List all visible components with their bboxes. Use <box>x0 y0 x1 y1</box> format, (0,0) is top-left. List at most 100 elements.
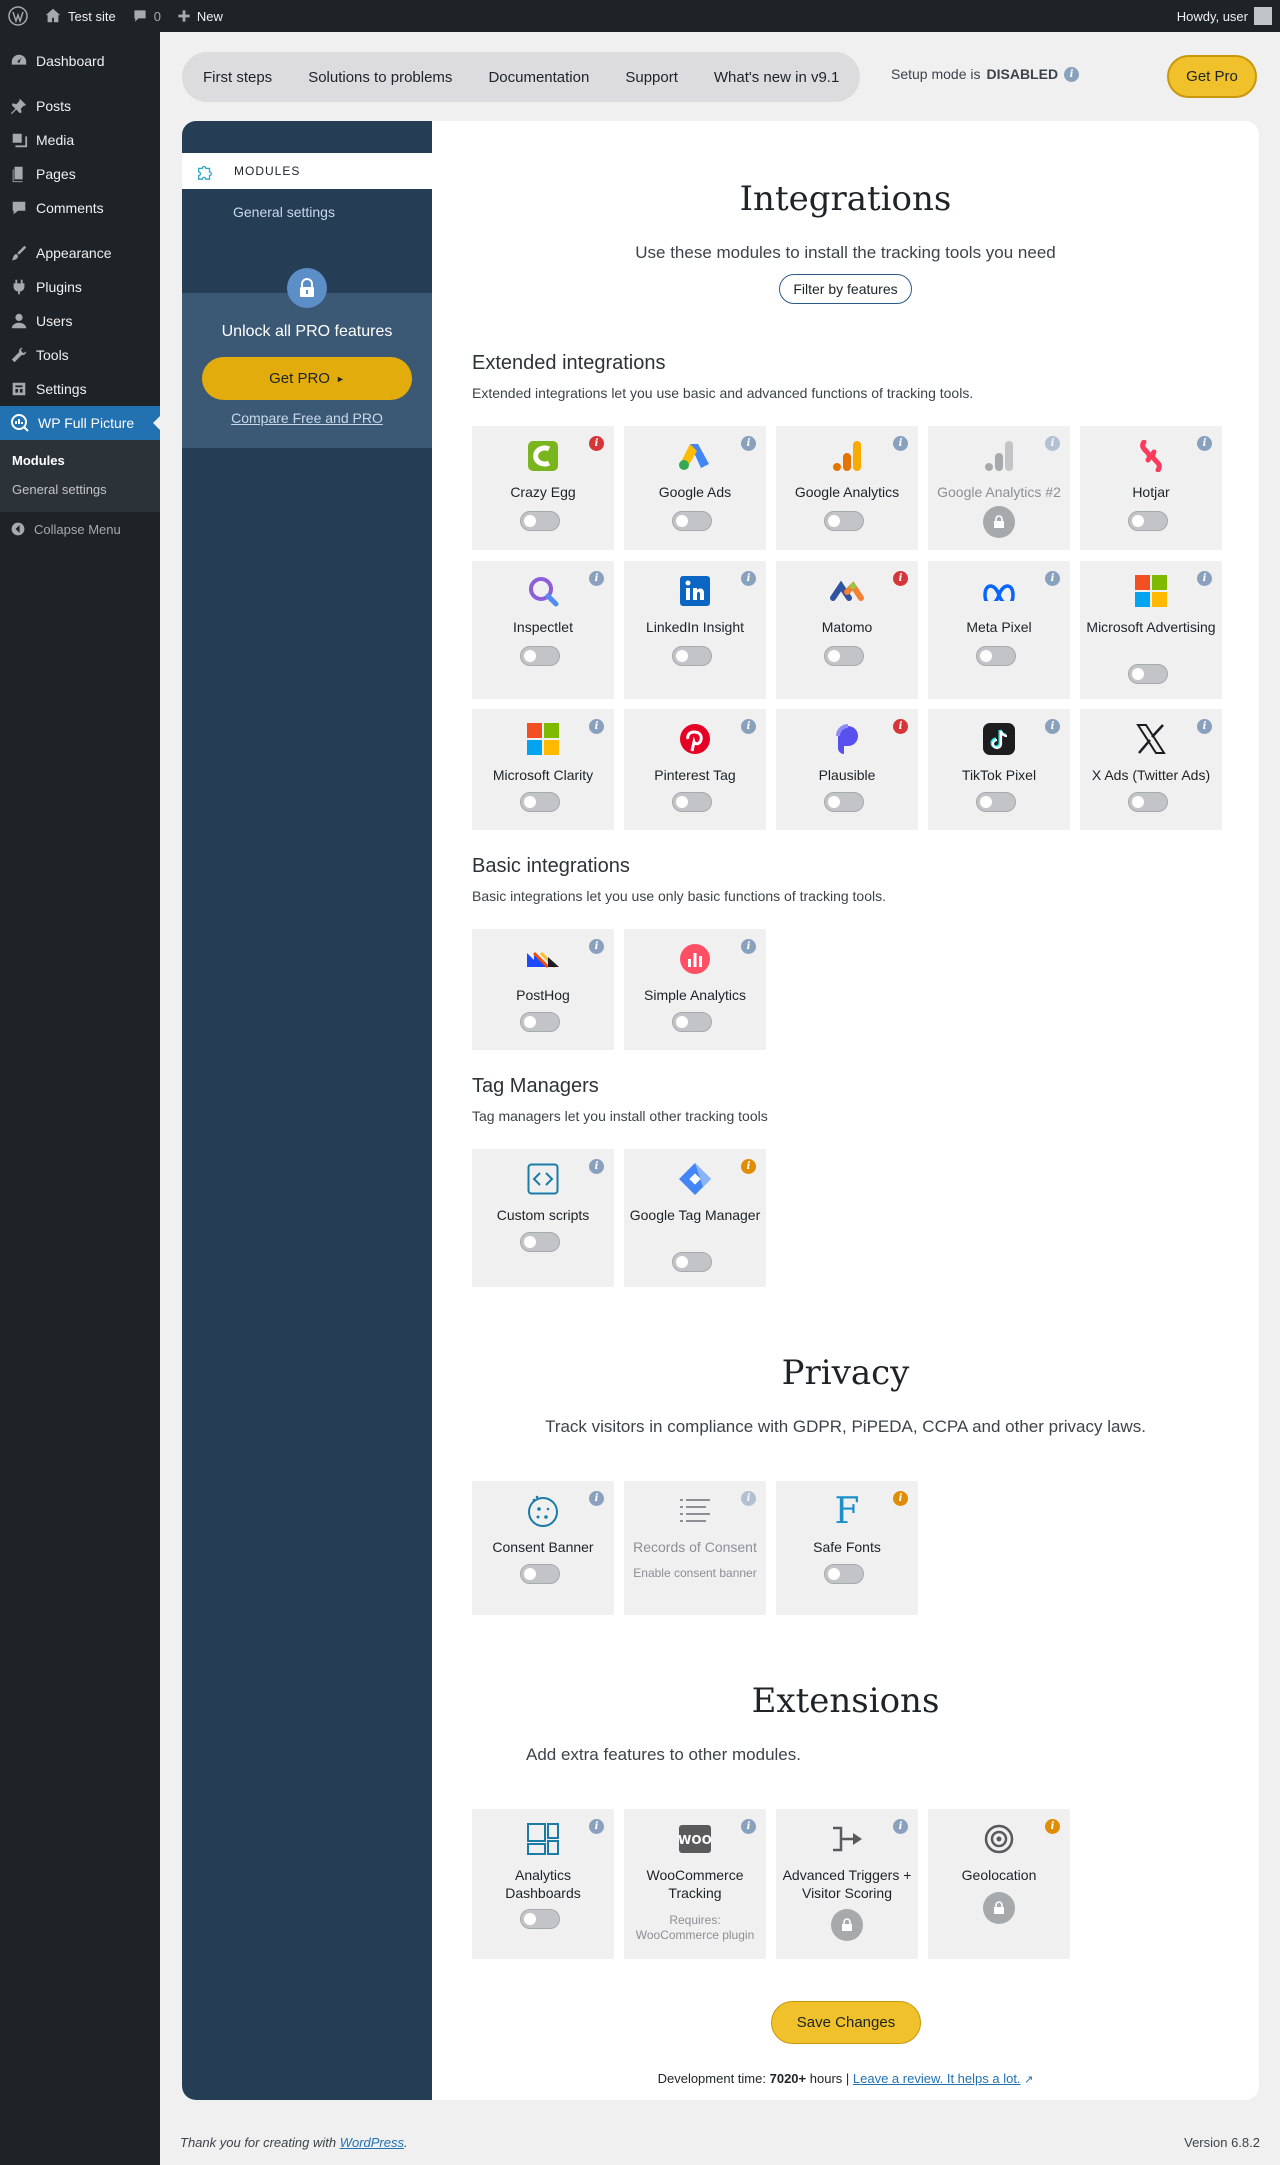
menu-comments[interactable]: Comments <box>0 191 160 225</box>
my-account-link[interactable]: Howdy, user <box>1169 0 1280 32</box>
module-name: Simple Analytics <box>644 987 746 1003</box>
tab-modules[interactable]: MODULES <box>182 153 432 189</box>
info-icon[interactable]: i <box>589 1819 604 1834</box>
menu-users[interactable]: Users <box>0 304 160 338</box>
comments-link[interactable]: 0 <box>124 0 169 32</box>
menu-label: Settings <box>36 381 87 397</box>
x-icon <box>1134 722 1168 756</box>
module-toggle[interactable] <box>824 646 864 666</box>
menu-tools[interactable]: Tools <box>0 338 160 372</box>
info-icon[interactable]: i <box>893 436 908 451</box>
submenu-modules[interactable]: Modules <box>0 446 160 475</box>
settings-panel: MODULES General settings Unlock all PRO … <box>182 121 1259 2100</box>
info-icon[interactable]: i <box>893 1819 908 1834</box>
save-changes-button[interactable]: Save Changes <box>771 2001 921 2044</box>
module-toggle[interactable] <box>976 646 1016 666</box>
info-icon[interactable]: i <box>741 1491 756 1506</box>
module-name: WooCommerce Tracking <box>646 1867 744 1901</box>
info-icon[interactable]: i <box>741 719 756 734</box>
info-icon[interactable]: i <box>893 719 908 734</box>
module-toggle[interactable] <box>520 1232 560 1252</box>
info-icon[interactable]: i <box>893 1491 908 1506</box>
nav-solutions[interactable]: Solutions to problems <box>308 69 452 86</box>
sidebar-get-pro-button[interactable]: Get PRO ► <box>202 357 412 400</box>
info-icon[interactable]: i <box>589 1159 604 1174</box>
wp-full-picture-icon <box>11 414 29 432</box>
module-toggle[interactable] <box>520 792 560 812</box>
filter-by-features-button[interactable]: Filter by features <box>779 274 912 304</box>
wordpress-link[interactable]: WordPress <box>340 2135 404 2150</box>
info-icon[interactable]: i <box>893 571 908 586</box>
info-icon[interactable]: i <box>741 571 756 586</box>
info-icon[interactable]: i <box>589 1491 604 1506</box>
module-card-crazy-egg: i Crazy Egg <box>472 426 614 550</box>
info-icon[interactable]: i <box>589 939 604 954</box>
module-toggle[interactable] <box>520 1909 560 1929</box>
menu-appearance[interactable]: Appearance <box>0 236 160 270</box>
module-toggle[interactable] <box>672 1252 712 1272</box>
leave-review-link[interactable]: Leave a review. It helps a lot. <box>853 2071 1021 2086</box>
module-toggle[interactable] <box>1128 511 1168 531</box>
tab-modules-label: MODULES <box>234 164 301 178</box>
module-toggle[interactable] <box>520 646 560 666</box>
lock-icon[interactable] <box>983 1892 1015 1924</box>
module-toggle[interactable] <box>1128 792 1168 812</box>
menu-settings[interactable]: Settings <box>0 372 160 406</box>
info-icon[interactable]: i <box>1045 1819 1060 1834</box>
module-toggle[interactable] <box>976 792 1016 812</box>
module-toggle[interactable] <box>1128 664 1168 684</box>
info-icon[interactable]: i <box>1064 66 1080 82</box>
menu-posts[interactable]: Posts <box>0 89 160 123</box>
info-icon[interactable]: i <box>589 436 604 451</box>
google-analytics-icon <box>830 439 864 473</box>
info-icon[interactable]: i <box>741 939 756 954</box>
lock-icon[interactable] <box>831 1909 863 1941</box>
info-icon[interactable]: i <box>1197 719 1212 734</box>
module-toggle[interactable] <box>824 1564 864 1584</box>
info-icon[interactable]: i <box>1045 719 1060 734</box>
module-toggle[interactable] <box>672 1012 712 1032</box>
menu-wp-full-picture[interactable]: WP Full Picture <box>0 406 160 440</box>
submenu-general-settings[interactable]: General settings <box>0 475 160 504</box>
dev-label: Development time: <box>657 2071 766 2086</box>
module-toggle[interactable] <box>672 792 712 812</box>
menu-plugins[interactable]: Plugins <box>0 270 160 304</box>
nav-support[interactable]: Support <box>625 69 678 86</box>
new-content-link[interactable]: New <box>169 0 231 32</box>
get-pro-button[interactable]: Get Pro <box>1167 55 1257 98</box>
compare-link[interactable]: Compare Free and PRO <box>182 410 432 426</box>
module-toggle[interactable] <box>520 1564 560 1584</box>
howdy-text: Howdy, user <box>1176 8 1248 24</box>
nav-first-steps[interactable]: First steps <box>203 69 272 86</box>
brush-icon <box>11 245 27 261</box>
menu-dashboard[interactable]: Dashboard <box>0 44 160 78</box>
module-name: Custom scripts <box>496 1207 590 1223</box>
module-toggle[interactable] <box>824 511 864 531</box>
info-icon[interactable]: i <box>741 436 756 451</box>
module-toggle[interactable] <box>520 511 560 531</box>
site-name-link[interactable]: Test site <box>36 0 124 32</box>
info-icon[interactable]: i <box>741 1819 756 1834</box>
basic-title: Basic integrations <box>472 855 630 877</box>
wp-logo-button[interactable] <box>0 0 36 32</box>
module-toggle[interactable] <box>824 792 864 812</box>
menu-media[interactable]: Media <box>0 123 160 157</box>
tab-general-settings[interactable]: General settings <box>233 204 335 220</box>
info-icon[interactable]: i <box>589 571 604 586</box>
info-icon[interactable]: i <box>589 719 604 734</box>
nav-whats-new[interactable]: What's new in v9.1 <box>714 69 839 86</box>
module-toggle[interactable] <box>520 1012 560 1032</box>
info-icon[interactable]: i <box>1197 571 1212 586</box>
admin-bar: Test site 0 New Howdy, user <box>0 0 1280 32</box>
collapse-menu-button[interactable]: Collapse Menu <box>0 512 160 546</box>
info-icon[interactable]: i <box>1045 571 1060 586</box>
info-icon[interactable]: i <box>1197 436 1212 451</box>
menu-label: Appearance <box>36 245 112 261</box>
info-icon[interactable]: i <box>741 1159 756 1174</box>
nav-documentation[interactable]: Documentation <box>488 69 589 86</box>
menu-pages[interactable]: Pages <box>0 157 160 191</box>
info-icon[interactable]: i <box>1045 436 1060 451</box>
module-toggle[interactable] <box>672 511 712 531</box>
lock-icon[interactable] <box>983 506 1015 538</box>
module-toggle[interactable] <box>672 646 712 666</box>
